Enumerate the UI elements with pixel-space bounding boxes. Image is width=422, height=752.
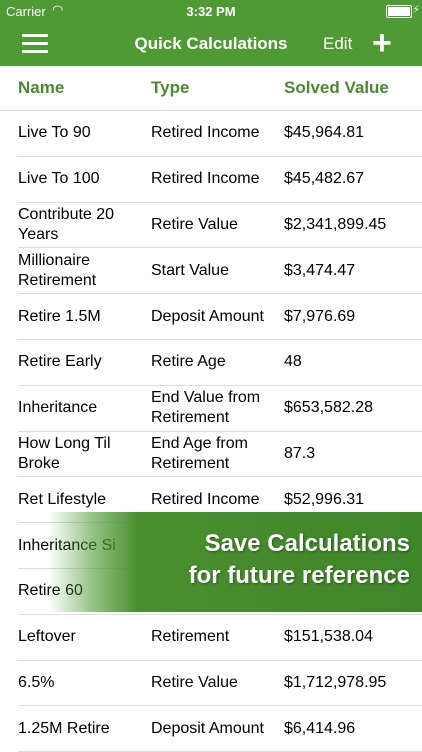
row-type: Retire Value [151,215,238,233]
edit-button[interactable]: Edit [323,34,352,54]
row-value: $151,538.04 [284,628,373,646]
status-bar: Carrier ◠ 3:32 PM ⚡ [0,0,422,22]
row-value: 48 [284,353,302,371]
row-type: Deposit Amount [151,719,264,737]
column-header-type: Type [151,78,190,97]
table-row[interactable]: 6.5% Retire Value $1,712,978.95 [18,661,422,707]
table-row[interactable]: Inheritance End Value from Retirement $653… [18,386,422,432]
row-name: Contribute 20 Years [18,205,115,243]
row-value: $45,482.67 [284,170,365,188]
table-row[interactable]: Millionaire Retirement Start Value $3,474.… [18,248,422,295]
row-name: How Long Til Broke [18,434,111,472]
row-type: Deposit Amount [151,307,264,325]
row-type: Retired Income [151,124,260,142]
table-header: Name Type Solved Value [0,66,422,111]
row-type: Retirement [151,628,230,646]
row-value: $7,976.69 [284,307,356,325]
table-row[interactable]: Live To 90 Retired Income $45,964.81 [18,111,422,157]
charging-icon: ⚡ [412,4,420,16]
nav-bar: Quick Calculations Edit + [0,22,422,66]
row-value: $3,474.47 [284,261,356,279]
row-value: $52,996.31 [284,490,365,508]
column-header-value: Solved Value [284,78,389,97]
row-type: Retire Value [151,673,238,691]
row-name: Retire 1.5M [18,307,101,325]
row-type: End Age from Retirement [151,434,248,472]
row-type: End Value from Retirement [151,389,261,427]
row-value: $2,341,899.45 [284,215,387,233]
row-type: Retired Income [151,170,260,188]
row-name: 6.5% [18,673,55,691]
table-row[interactable]: Leftover Retirement $151,538.04 [18,615,422,661]
row-type: Start Value [151,261,229,279]
row-value: $45,964.81 [284,124,365,142]
row-name: Millionaire Retirement [18,251,97,289]
table-row[interactable]: How Long Til Broke End Age from Retiremen… [18,432,422,478]
row-name: 1.25M Retire [18,719,110,737]
row-value: $1,712,978.95 [284,673,387,691]
table-row[interactable]: 1.25M Retire Deposit Amount $6,414.96 [18,706,422,752]
calculations-table: Name Type Solved Value Live To 90 Retired… [0,66,422,752]
row-name: Live To 100 [18,170,100,188]
row-name: Retire Early [18,353,102,371]
column-header-name: Name [18,78,65,97]
clock: 3:32 PM [186,4,236,19]
table-row[interactable]: Contribute 20 Years Retire Value $2,341,89… [18,203,422,249]
table-row[interactable]: Retire Early Retire Age 48 [18,340,422,386]
row-value: $653,582.28 [284,399,373,417]
row-type: Retired Income [151,490,260,508]
row-name: Inheritance [18,399,98,417]
add-icon[interactable]: + [372,26,392,60]
page-title: Quick Calculations [134,34,288,53]
row-value: $6,414.96 [284,719,356,737]
row-type: Retire Age [151,353,226,371]
banner-line-2: for future reference [188,562,410,589]
banner-line-1: Save Calculations [204,530,410,557]
table-row[interactable]: Live To 100 Retired Income $45,482.67 [18,157,422,203]
promo-banner: Save Calculations for future reference [48,512,422,612]
row-name: Live To 90 [18,124,91,142]
battery-icon [386,5,412,18]
row-name: Leftover [18,628,76,646]
table-row[interactable]: Retire 1.5M Deposit Amount $7,976.69 [18,294,422,340]
row-value: 87.3 [284,444,316,462]
row-name: Ret Lifestyle [18,490,107,508]
